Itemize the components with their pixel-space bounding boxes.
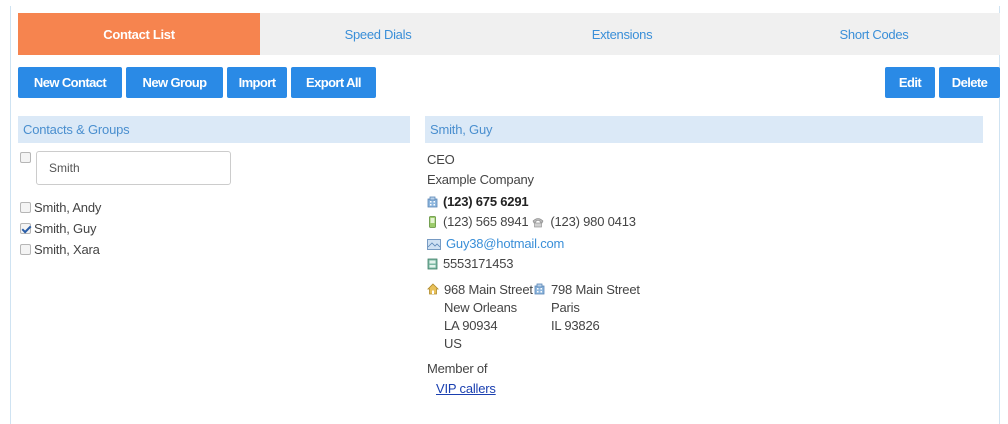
contact-item[interactable]: Smith, Xara (20, 239, 101, 260)
new-contact-button[interactable]: New Contact (18, 67, 122, 98)
email-icon (427, 238, 441, 250)
home-icon (427, 283, 439, 295)
tab-extensions[interactable]: Extensions (496, 13, 748, 55)
work-street: 798 Main Street (551, 282, 640, 297)
contact-checkbox[interactable] (20, 202, 31, 213)
new-group-button[interactable]: New Group (126, 67, 223, 98)
tab-bar: Contact List Speed Dials Extensions Shor… (18, 13, 1000, 55)
member-of-label: Member of (427, 361, 488, 376)
job-title: CEO (427, 152, 455, 167)
mobile-phone[interactable]: (123) 565 8941 (443, 212, 529, 232)
contact-detail: CEO Example Company (123) 675 6291 (123)… (427, 150, 640, 399)
mobile-phone-icon (429, 216, 436, 228)
home-phone-icon (533, 218, 544, 228)
toolbar-left: New Contact New Group Import Export All (18, 67, 376, 98)
export-all-button[interactable]: Export All (291, 67, 376, 98)
work-state-zip: IL 93826 (551, 318, 600, 333)
home-state-zip: LA 90934 (444, 318, 498, 333)
tab-speed-dials[interactable]: Speed Dials (260, 13, 496, 55)
contacts-groups-header: Contacts & Groups (18, 116, 410, 143)
company-name: Example Company (427, 172, 534, 187)
email-row: Guy38@hotmail.com (427, 234, 640, 254)
phone-row: (123) 565 8941 (123) 980 0413 (427, 212, 640, 232)
contact-detail-header: Smith, Guy (425, 116, 983, 143)
home-phone[interactable]: (123) 980 0413 (550, 212, 636, 232)
other-number-row: 5553171453 (427, 254, 640, 274)
addresses: 968 Main Street New Orleans LA 90934 US … (427, 281, 640, 353)
building-icon (534, 283, 545, 295)
group-link-vip-callers[interactable]: VIP callers (427, 379, 496, 399)
work-address: 798 Main Street Paris IL 93826 (551, 281, 640, 353)
tab-short-codes[interactable]: Short Codes (748, 13, 1000, 55)
import-button[interactable]: Import (227, 67, 287, 98)
home-country: US (444, 336, 462, 351)
contact-checkbox[interactable] (20, 244, 31, 255)
group-row: VIP callers (427, 379, 640, 399)
home-city: New Orleans (444, 300, 517, 315)
tab-contact-list[interactable]: Contact List (18, 13, 260, 55)
other-number[interactable]: 5553171453 (443, 254, 514, 274)
building-icon (427, 196, 438, 208)
contact-search-input[interactable] (36, 151, 231, 185)
edit-button[interactable]: Edit (885, 67, 935, 98)
contact-item[interactable]: Smith, Guy (20, 218, 101, 239)
work-city: Paris (551, 300, 580, 315)
contact-list: Smith, Andy Smith, Guy Smith, Xara (20, 197, 101, 260)
contact-name: Smith, Andy (34, 200, 102, 215)
delete-button[interactable]: Delete (939, 67, 1000, 98)
contact-item[interactable]: Smith, Andy (20, 197, 101, 218)
fax-icon (427, 258, 438, 270)
work-phone[interactable]: (123) 675 6291 (443, 192, 529, 212)
contact-checkbox[interactable] (20, 223, 31, 234)
contact-name: Smith, Guy (34, 221, 97, 236)
work-phone-row: (123) 675 6291 (427, 192, 640, 212)
select-all-checkbox[interactable] (20, 152, 31, 163)
email-link[interactable]: Guy38@hotmail.com (446, 234, 564, 254)
contact-name: Smith, Xara (34, 242, 100, 257)
toolbar-right: Edit Delete (885, 67, 1000, 98)
